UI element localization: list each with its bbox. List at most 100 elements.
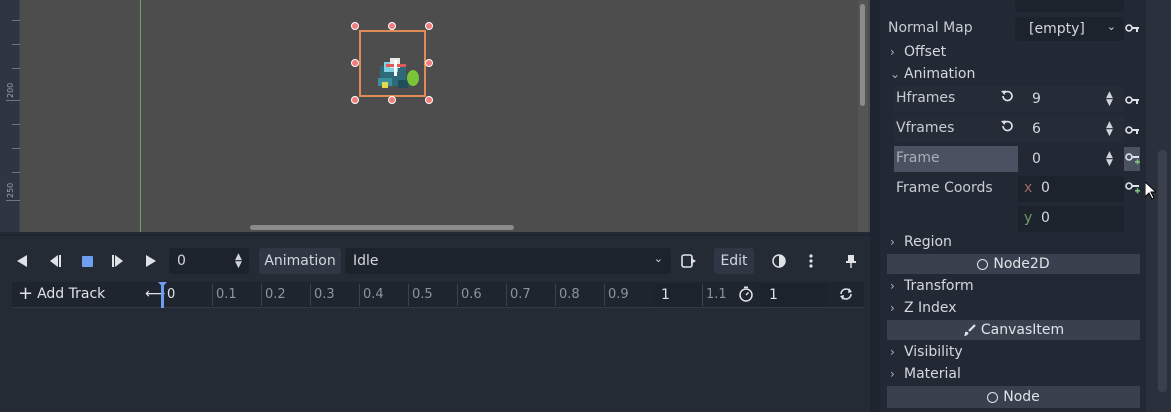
material-section[interactable]: › Material [890,366,961,382]
viewport-vertical-scroll-thumb[interactable] [860,4,865,106]
timer-icon [738,286,754,306]
play-from-start-button[interactable] [104,246,132,276]
region-label: Region [904,234,952,250]
spin-arrows-icon[interactable]: ▲ ▼ [235,253,242,270]
keyframe-key-icon[interactable] [1125,94,1139,108]
frame-coords-y-input[interactable] [1018,206,1124,232]
revert-icon[interactable] [1000,119,1014,137]
transform-label: Transform [904,278,974,294]
vframes-value: 6 [1032,121,1041,137]
timeline-header[interactable] [12,282,864,308]
more-options-icon[interactable] [797,246,825,276]
frame-time-input[interactable]: 0 ▲ ▼ [169,248,249,274]
play-backwards-from-end-button[interactable] [41,246,69,276]
animation-select[interactable]: Idle ⌄ [345,248,671,274]
animation-section-label: Animation [904,66,976,82]
timeline-tick-label: 1.1 [706,287,727,302]
canvasitem-header-label: CanvasItem [980,322,1065,338]
animation-section[interactable]: ⌄ Animation [890,66,975,82]
normal-map-label: Normal Map [888,20,973,36]
spin-arrows-icon[interactable]: ▲ ▼ [1106,151,1113,168]
add-track-label: Add Track [37,286,106,302]
frame-coords-x-input[interactable] [1018,176,1124,202]
frame-coords-label: Frame Coords [896,180,993,196]
timeline-tick-label: 0.4 [363,287,384,302]
y-axis-label: y [1024,210,1033,226]
mouse-cursor-icon [1145,182,1156,200]
chevron-right-icon: › [890,45,895,59]
zindex-label: Z Index [904,300,957,316]
track-list[interactable] [12,310,864,412]
timeline-tick-label: 0.3 [314,287,335,302]
resize-handle[interactable] [388,22,396,30]
edit-menu-button[interactable]: Edit [714,248,754,274]
timeline-tick-label: 0.5 [412,287,433,302]
add-track-button[interactable]: + Add Track [18,285,106,303]
ruler-label: 250 [6,182,15,198]
play-backwards-button[interactable] [8,246,36,276]
canvas-viewport[interactable] [0,0,870,234]
resize-handle[interactable] [351,22,359,30]
animation-length-input[interactable]: 1 [653,283,701,307]
resize-handle[interactable] [351,59,359,67]
normal-map-select[interactable]: [empty] ⌄ [1015,17,1124,41]
offset-label: Offset [904,44,947,60]
spin-arrows-icon[interactable]: ▲ ▼ [1106,91,1113,108]
chevron-right-icon: › [890,279,895,293]
texture-field[interactable] [1015,0,1124,12]
stop-button[interactable] [73,246,101,276]
resize-handle[interactable] [425,59,433,67]
keyframe-add-icon[interactable] [1125,153,1140,169]
node2d-header-label: Node2D [993,256,1050,272]
transform-section[interactable]: › Transform [890,278,974,294]
frame-coords-x-value: 0 [1041,180,1050,196]
frame-input[interactable]: 0 ▲ ▼ [1022,146,1122,172]
keyframe-key-icon[interactable] [1125,22,1139,36]
chevron-right-icon: › [890,345,895,359]
node2d-icon [977,258,989,270]
pin-icon[interactable] [837,246,865,276]
hframes-input[interactable]: 9 ▲ ▼ [1022,86,1122,112]
vframes-label: Vframes [896,120,955,136]
node2d-class-header: Node2D [887,254,1140,274]
keyframe-key-icon[interactable] [1125,124,1139,138]
viewport-horizontal-scroll-thumb[interactable] [250,225,514,230]
vframes-input[interactable]: 6 ▲ ▼ [1022,116,1122,142]
revert-icon[interactable] [1000,89,1014,107]
frame-value: 0 [1032,151,1041,167]
resize-handle[interactable] [351,96,359,104]
onion-skinning-icon[interactable] [765,246,793,276]
chevron-right-icon: › [890,235,895,249]
resize-handle[interactable] [425,22,433,30]
keyframe-add-icon[interactable] [1125,182,1140,198]
region-section[interactable]: › Region [890,234,952,250]
autoplay-on-load-icon[interactable] [676,246,702,276]
ruler-label: 200 [6,82,15,98]
visibility-section[interactable]: › Visibility [890,344,963,360]
zindex-section[interactable]: › Z Index [890,300,957,316]
animation-menu-button[interactable]: Animation [259,248,341,274]
timeline-tick-label: 0.8 [559,287,580,302]
frame-coords-y-value: 0 [1041,210,1050,226]
loop-icon[interactable] [838,286,854,306]
timeline-tick-label: 0.2 [265,287,286,302]
chevron-down-icon: ⌄ [1106,20,1116,33]
offset-section[interactable]: › Offset [890,44,946,60]
visibility-label: Visibility [904,344,963,360]
canvasitem-class-header: CanvasItem [887,320,1140,340]
inspector-scrollbar[interactable] [1158,150,1167,392]
x-axis-label: x [1024,180,1033,196]
origin-guide-line [140,0,141,232]
play-button[interactable] [137,246,165,276]
animation-step-value: 1 [769,287,778,303]
resize-handle[interactable] [425,96,433,104]
spin-arrows-icon[interactable]: ▲ ▼ [1106,121,1113,138]
timeline-tick-label: 0.1 [216,287,237,302]
resize-handle[interactable] [388,96,396,104]
timeline-tick-label: 0 [167,287,176,302]
edit-menu-label: Edit [720,253,748,269]
timeline-tick-label: 0.9 [608,287,629,302]
animation-step-input[interactable]: 1 [761,283,827,307]
chevron-right-icon: › [890,367,895,381]
animation-length-value: 1 [661,287,670,303]
